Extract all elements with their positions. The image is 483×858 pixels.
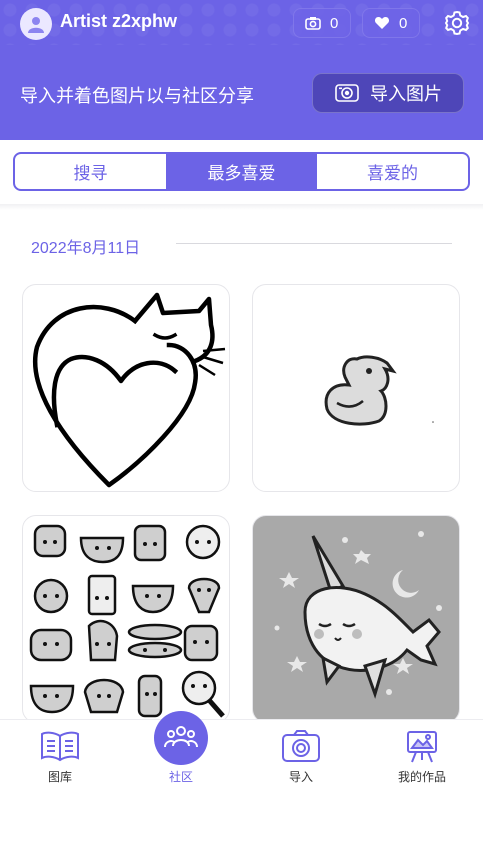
heart-icon: [374, 15, 390, 31]
like-count: 0: [399, 14, 408, 32]
date-divider: [176, 243, 452, 244]
nav-my-works-label: 我的作品: [397, 770, 446, 784]
banner-text: 导入并着色图片以与社区分享: [20, 86, 254, 107]
gear-icon: [444, 10, 470, 36]
nav-my-works[interactable]: 我的作品: [362, 720, 482, 800]
camera-icon: [305, 15, 321, 31]
avatar[interactable]: [20, 8, 52, 40]
nav-import[interactable]: 导入: [241, 720, 361, 800]
kawaii-food-artwork: [29, 524, 225, 718]
bottom-navigation: 图库 社区 导入 我的作品: [0, 719, 483, 858]
import-image-button[interactable]: 导入图片: [312, 73, 464, 113]
artwork-card[interactable]: [22, 284, 230, 492]
feed-date: 2022年8月11日: [31, 240, 141, 257]
section-divider: [0, 204, 483, 210]
nav-import-label: 导入: [288, 770, 313, 784]
nav-community-label: 社区: [168, 770, 193, 784]
community-button[interactable]: [154, 711, 208, 765]
book-icon: [40, 728, 80, 764]
photo-count: 0: [330, 14, 339, 32]
duck-artwork: [324, 355, 434, 426]
feed-tabs: 搜寻 最多喜爱 喜爱的: [13, 152, 470, 191]
nav-gallery-label: 图库: [47, 770, 72, 784]
narwhal-artwork: [274, 531, 442, 699]
camera-icon: [281, 728, 321, 764]
camera-icon: [335, 83, 359, 103]
photo-count-badge[interactable]: 0: [293, 8, 351, 38]
tab-favorites[interactable]: 喜爱的: [317, 154, 468, 189]
app-header: Artist z2xphw 0 0 导入并着色图片以与社区分享 导入图片: [0, 0, 483, 140]
settings-button[interactable]: [443, 9, 471, 37]
nav-gallery[interactable]: 图库: [0, 720, 120, 800]
import-image-label: 导入图片: [370, 84, 442, 105]
artwork-card[interactable]: [22, 515, 230, 723]
easel-icon: [402, 728, 442, 764]
tab-search[interactable]: 搜寻: [15, 154, 166, 189]
user-icon: [28, 17, 44, 33]
like-count-badge[interactable]: 0: [362, 8, 420, 38]
top-bar: Artist z2xphw 0 0: [0, 0, 483, 46]
username[interactable]: Artist z2xphw: [60, 11, 177, 32]
people-icon: [164, 726, 198, 748]
cat-heart-artwork: [32, 292, 226, 488]
artwork-card[interactable]: [252, 515, 460, 723]
artwork-card[interactable]: [252, 284, 460, 492]
tab-most-liked[interactable]: 最多喜爱: [166, 154, 317, 189]
